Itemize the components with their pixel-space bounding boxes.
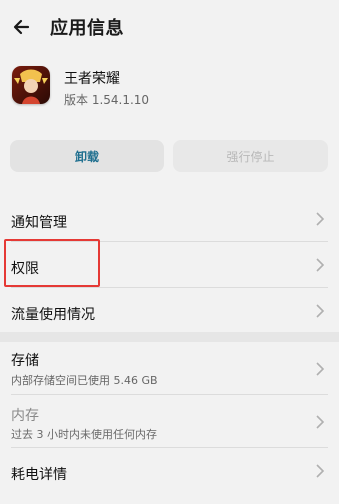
- chevron-right-icon: [316, 212, 325, 226]
- chevron-right-icon: [316, 464, 325, 478]
- storage-item-subtitle: 过去 3 小时内未使用任何内存: [11, 428, 157, 441]
- storage-item-label: 存储: [11, 353, 39, 369]
- settings-item-data-usage[interactable]: 流量使用情况: [0, 288, 339, 332]
- settings-item-permissions[interactable]: 权限: [0, 242, 339, 287]
- app-version: 版本 1.54.1.10: [64, 93, 150, 107]
- storage-item-storage[interactable]: 存储 内部存储空间已使用 5.46 GB: [0, 342, 339, 394]
- section-separator: [0, 332, 339, 342]
- settings-section: 通知管理 权限 流量使用情况: [0, 196, 339, 332]
- storage-item-label: 耗电详情: [11, 467, 67, 483]
- page-title: 应用信息: [50, 18, 124, 39]
- back-arrow-icon[interactable]: [10, 14, 36, 40]
- app-name: 王者荣耀: [64, 71, 120, 87]
- app-info: 王者荣耀 版本 1.54.1.10: [0, 56, 339, 126]
- storage-item-battery-usage-details[interactable]: 耗电详情: [0, 448, 339, 494]
- chevron-right-icon: [316, 415, 325, 429]
- top-bar: 应用信息: [0, 0, 339, 56]
- storage-section: 存储 内部存储空间已使用 5.46 GB 内存 过去 3 小时内未使用任何内存 …: [0, 342, 339, 504]
- settings-item-label: 流量使用情况: [11, 307, 95, 323]
- uninstall-button[interactable]: 卸载: [10, 140, 164, 172]
- chevron-right-icon: [316, 362, 325, 376]
- storage-item-memory[interactable]: 内存 过去 3 小时内未使用任何内存: [0, 395, 339, 447]
- app-icon: [12, 66, 50, 104]
- settings-item-notification-management[interactable]: 通知管理: [0, 196, 339, 241]
- settings-item-label: 通知管理: [11, 215, 67, 231]
- chevron-right-icon: [316, 258, 325, 272]
- storage-item-label: 内存: [11, 408, 39, 424]
- storage-item-subtitle: 内部存储空间已使用 5.46 GB: [11, 374, 158, 387]
- chevron-right-icon: [316, 304, 325, 318]
- force-stop-button: 强行停止: [173, 140, 328, 172]
- settings-item-label: 权限: [11, 261, 39, 277]
